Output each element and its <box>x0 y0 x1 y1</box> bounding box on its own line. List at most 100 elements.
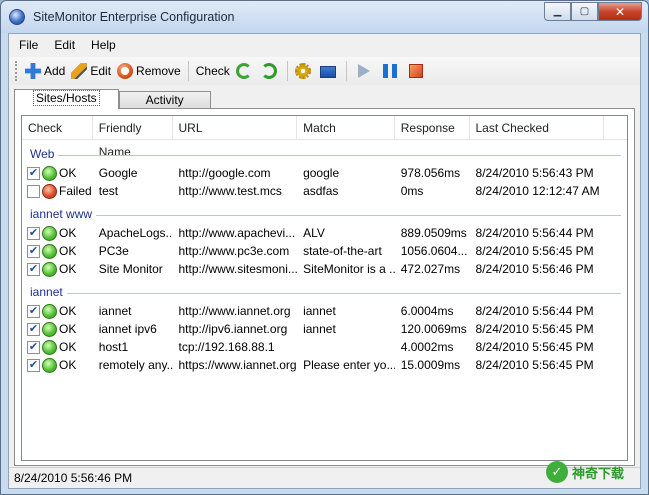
edit-button[interactable]: Edit <box>68 60 114 82</box>
url-cell: http://www.apachevi... <box>178 226 296 240</box>
response-cell: 6.0004ms <box>400 304 454 318</box>
status-text: OK <box>59 226 77 240</box>
table-row[interactable]: ✔ OK iannet ipv6 http://ipv6.iannet.org iann… <box>22 320 627 338</box>
status-text: 8/24/2010 5:56:46 PM <box>14 471 133 485</box>
table-row[interactable]: ✔ OK host1 tcp://192.168.88.1 4.0002ms 8/24/2… <box>22 338 627 356</box>
stop-button[interactable] <box>403 60 429 82</box>
enabled-checkbox[interactable]: ✔ <box>27 322 40 336</box>
toolbar: Add Edit Remove Check <box>9 57 640 85</box>
friendly-name-cell: iannet ipv6 <box>98 322 157 336</box>
list-header: Check Friendly Name URL Match Response L… <box>22 116 627 159</box>
settings-button[interactable] <box>292 60 317 82</box>
start-button[interactable] <box>351 60 377 82</box>
match-cell: iannet <box>303 322 336 336</box>
menu-file[interactable]: File <box>11 36 46 54</box>
enabled-checkbox[interactable]: ✔ <box>27 358 40 372</box>
column-url[interactable]: URL <box>173 116 298 140</box>
monitor-button[interactable] <box>317 60 342 82</box>
response-cell: 472.027ms <box>400 262 461 276</box>
table-row[interactable]: ✔ OK Google http://google.com google 978.056m… <box>22 164 627 182</box>
refresh-all-icon <box>260 63 277 79</box>
sites-hosts-panel: Check Friendly Name URL Match Response L… <box>14 108 635 466</box>
url-cell: http://google.com <box>178 166 271 180</box>
column-friendly-name[interactable]: Friendly Name <box>93 116 173 159</box>
column-match[interactable]: Match <box>297 116 395 140</box>
enabled-checkbox[interactable]: ✔ <box>27 304 40 318</box>
enabled-checkbox[interactable]: ✔ <box>27 226 40 240</box>
url-cell: http://www.test.mcs <box>178 184 282 198</box>
enabled-checkbox[interactable]: ✔ <box>27 244 40 258</box>
tab-activity[interactable]: Activity <box>118 91 211 109</box>
remove-button[interactable]: Remove <box>114 60 184 82</box>
minimize-button[interactable]: ▁ <box>544 2 571 21</box>
status-ok-icon <box>42 303 57 319</box>
friendly-name-cell: test <box>98 184 119 198</box>
table-row[interactable]: ✔ OK iannet http://www.iannet.org iannet 6.00… <box>22 302 627 320</box>
pause-button[interactable] <box>377 60 403 82</box>
table-row[interactable]: ✔ OK ApacheLogs... http://www.apachevi... AL… <box>22 224 627 242</box>
menu-help[interactable]: Help <box>83 36 124 54</box>
friendly-name-cell: Site Monitor <box>98 262 163 276</box>
refresh-all-button[interactable] <box>258 60 283 82</box>
sites-listview[interactable]: Check Friendly Name URL Match Response L… <box>21 115 628 461</box>
window-controls: ▁ ▢ ✕ <box>544 2 642 21</box>
close-button[interactable]: ✕ <box>598 2 642 21</box>
add-button[interactable]: Add <box>22 60 68 82</box>
check-cell: ✔ OK <box>22 303 93 319</box>
match-cell: asdfas <box>303 184 339 198</box>
column-check[interactable]: Check <box>22 116 93 140</box>
match-cell: SiteMonitor is a ... <box>303 262 395 276</box>
group-divider <box>30 155 621 156</box>
check-cell: Failed <box>22 183 93 199</box>
toolbar-grip[interactable] <box>15 61 18 81</box>
table-row[interactable]: ✔ OK remotely any... https://www.iannet.org… <box>22 356 627 374</box>
menu-edit[interactable]: Edit <box>46 36 83 54</box>
status-text: OK <box>59 322 77 336</box>
status-failed-icon <box>42 183 57 199</box>
url-cell: http://www.pc3e.com <box>178 244 290 258</box>
group-header[interactable]: Web <box>22 146 627 164</box>
gear-icon <box>294 63 311 79</box>
app-globe-icon <box>9 9 25 25</box>
url-cell: tcp://192.168.88.1 <box>178 340 275 354</box>
check-button[interactable]: Check <box>193 60 233 82</box>
check-cell: ✔ OK <box>22 225 93 241</box>
enabled-checkbox[interactable]: ✔ <box>27 340 40 354</box>
toolbar-separator <box>187 61 189 81</box>
column-last-checked[interactable]: Last Checked <box>470 116 605 140</box>
column-response[interactable]: Response <box>395 116 470 140</box>
group-header[interactable]: iannet www <box>22 206 627 224</box>
enabled-checkbox[interactable]: ✔ <box>27 262 40 276</box>
check-cell: ✔ OK <box>22 165 93 181</box>
response-cell: 0ms <box>400 184 424 198</box>
check-cell: ✔ OK <box>22 321 93 337</box>
url-cell: http://ipv6.iannet.org <box>178 322 288 336</box>
url-cell: http://www.sitesmoni... <box>178 262 298 276</box>
table-row[interactable]: ✔ OK Site Monitor http://www.sitesmoni... Si… <box>22 260 627 278</box>
table-row[interactable]: Failed test http://www.test.mcs asdfas 0ms 8/… <box>22 182 627 200</box>
status-ok-icon <box>42 357 57 373</box>
response-cell: 120.0069ms <box>400 322 467 336</box>
refresh-icon <box>235 63 252 79</box>
client-area: File Edit Help Add Edit Remove Check Sit… <box>8 33 641 489</box>
tab-sites-hosts[interactable]: Sites/Hosts <box>14 89 119 109</box>
table-row[interactable]: ✔ OK PC3e http://www.pc3e.com state-of-the-a… <box>22 242 627 260</box>
match-cell: state-of-the-art <box>303 244 382 258</box>
group-header[interactable]: iannet <box>22 284 627 302</box>
enabled-checkbox[interactable] <box>27 184 40 198</box>
window-title: SiteMonitor Enterprise Configuration <box>33 10 235 24</box>
watermark-logo: ✓ 神奇下载 <box>546 461 624 483</box>
status-text: OK <box>59 244 77 258</box>
list-body: Web ✔ OK Google http://google.com google 978.0… <box>22 146 627 374</box>
match-cell: ALV <box>303 226 325 240</box>
refresh-button[interactable] <box>233 60 258 82</box>
last-checked-cell: 8/24/2010 5:56:43 PM <box>475 166 594 180</box>
tab-strip: Sites/Hosts Activity <box>14 89 211 109</box>
check-cell: ✔ OK <box>22 339 93 355</box>
enabled-checkbox[interactable]: ✔ <box>27 166 40 180</box>
title-bar[interactable]: SiteMonitor Enterprise Configuration ▁ ▢… <box>1 1 648 33</box>
pause-icon <box>382 64 397 78</box>
app-window: SiteMonitor Enterprise Configuration ▁ ▢… <box>0 0 649 495</box>
friendly-name-cell: host1 <box>98 340 129 354</box>
maximize-button[interactable]: ▢ <box>571 2 598 21</box>
